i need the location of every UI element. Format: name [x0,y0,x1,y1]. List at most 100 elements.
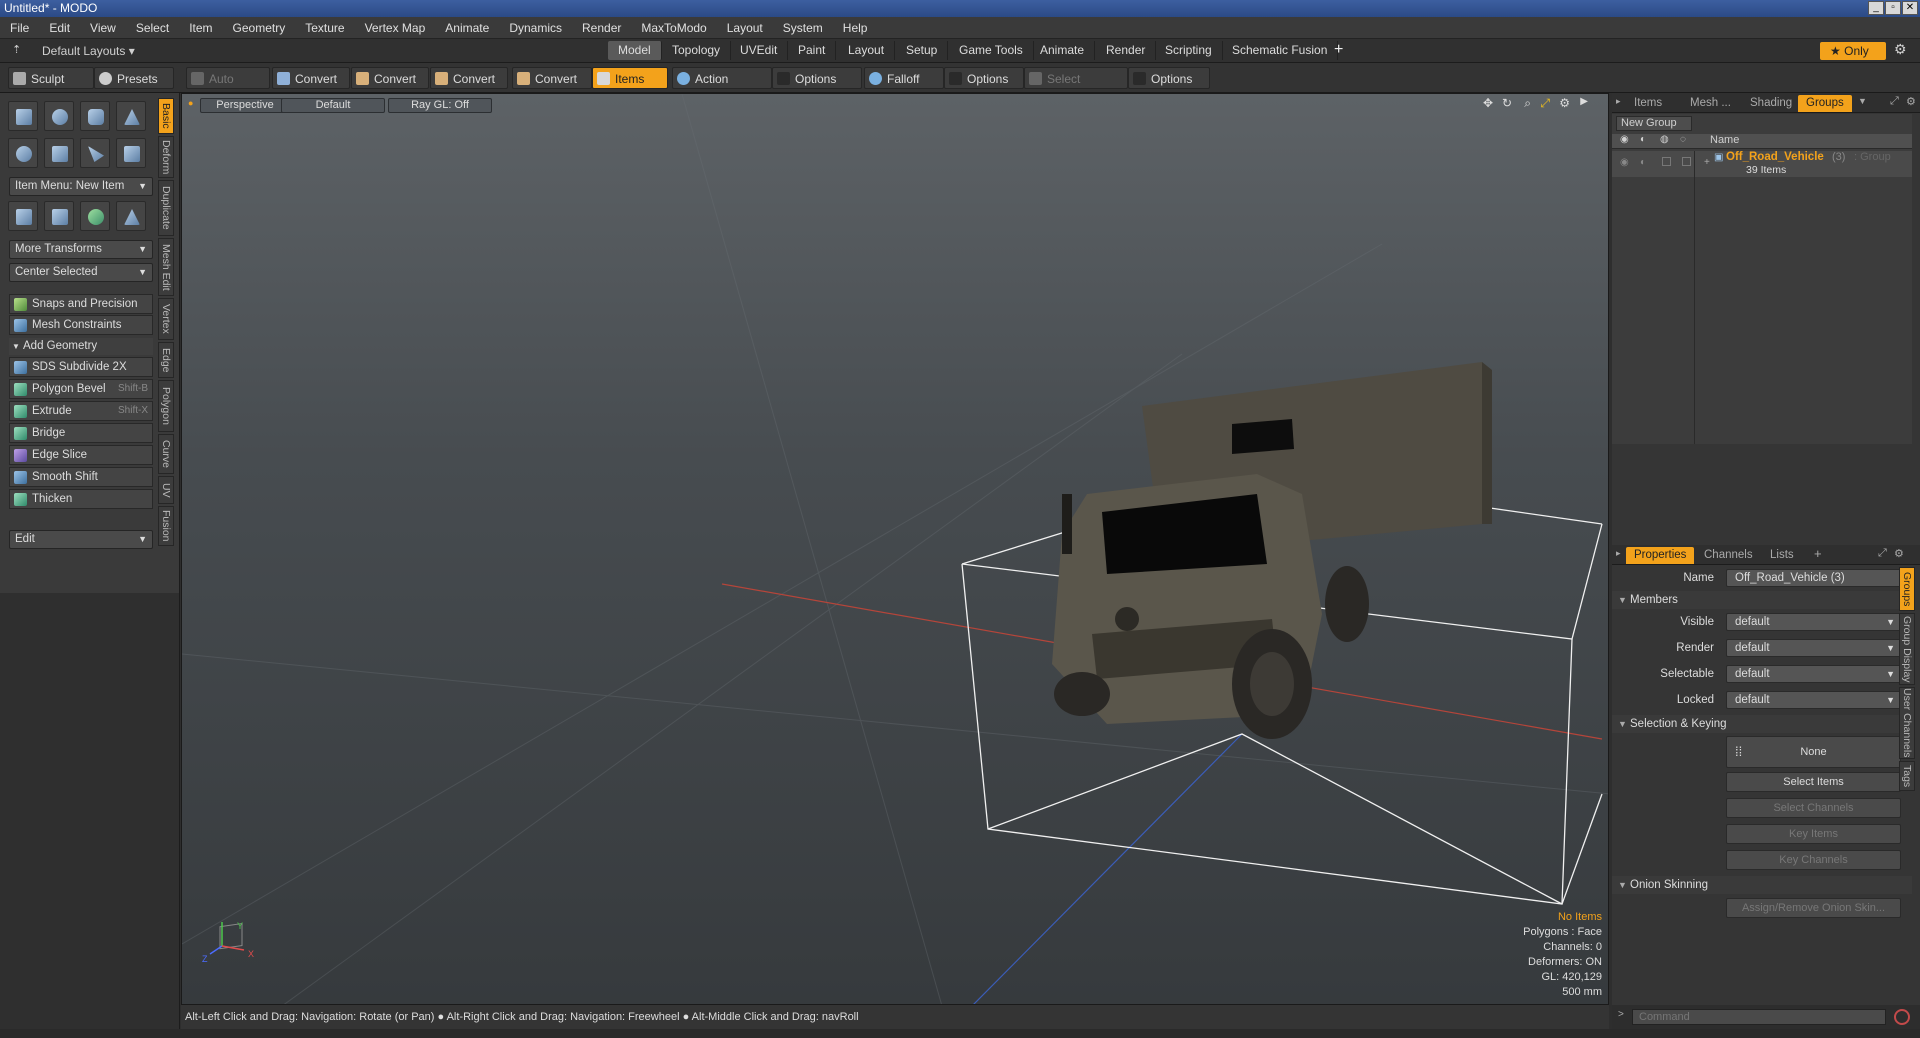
tab-duplicate[interactable]: Duplicate [158,180,174,236]
edge-slice-button[interactable]: Edge Slice [9,445,153,465]
polygon-bevel-button[interactable]: Polygon Bevel Shift-B [9,379,153,399]
falloff-button[interactable]: Falloff [864,67,944,89]
bridge-button[interactable]: Bridge [9,423,153,443]
thicken-button[interactable]: Thicken [9,489,153,509]
minimize-button[interactable]: _ [1868,1,1884,15]
lock-icon[interactable]: ◌ [1680,134,1686,145]
keying-none-button[interactable]: ⁞⁞ None [1726,736,1901,768]
selectable-dropdown[interactable]: default ▼ [1726,665,1901,683]
sphere-tool[interactable] [44,101,74,131]
expand-row-icon[interactable]: + [1704,157,1710,168]
tab-channels[interactable]: Channels [1696,547,1761,564]
side-tab-group-display[interactable]: Group Display [1899,613,1915,685]
tab-vertex[interactable]: Vertex [158,298,174,340]
add-tab-icon[interactable]: + [1334,41,1343,59]
tab-curve[interactable]: Curve [158,434,174,474]
menu-texture[interactable]: Texture [295,17,354,39]
menu-file[interactable]: File [0,17,39,39]
key-channels-button[interactable]: Key Channels [1726,850,1901,870]
cylinder-tool[interactable] [80,101,110,131]
select-channels-button[interactable]: Select Channels [1726,798,1901,818]
snaps-precision-button[interactable]: Snaps and Precision [9,294,153,314]
tab-game-tools[interactable]: Game Tools [949,41,1034,60]
expand-icon[interactable]: ⤢ [1890,95,1899,108]
more-transforms-dropdown[interactable]: More Transforms ▼ [9,240,153,259]
menu-maxtomodo[interactable]: MaxToModo [631,17,716,39]
tab-render[interactable]: Render [1096,41,1157,60]
tab-uv[interactable]: UV [158,476,174,504]
render-toggle-icon[interactable]: ◐ [1640,157,1646,168]
text-tool[interactable] [116,138,146,168]
tab-scripting[interactable]: Scripting [1155,41,1223,60]
select-items-button[interactable]: Select Items [1726,772,1901,792]
add-geometry-section[interactable]: ▼ Add Geometry [9,338,153,355]
globe-tool[interactable] [80,201,110,231]
convert-button-3[interactable]: Convert [430,67,508,89]
items-button[interactable]: Items [592,67,668,89]
menu-vertex-map[interactable]: Vertex Map [355,17,436,39]
menu-animate[interactable]: Animate [435,17,499,39]
panel-gear-icon[interactable]: ⚙ [1894,547,1904,560]
pyramid-tool[interactable] [116,201,146,231]
tab-layout[interactable]: Layout [838,41,896,60]
only-button[interactable]: ★ Only [1820,42,1886,60]
sds-subdivide-button[interactable]: SDS Subdivide 2X [9,357,153,377]
panel-options-icon[interactable]: ▸ [1616,96,1621,107]
tab-fusion[interactable]: Fusion [158,506,174,546]
pen-tool[interactable] [80,138,110,168]
tab-properties[interactable]: Properties [1626,547,1695,564]
menu-geometry[interactable]: Geometry [223,17,296,39]
eye-icon[interactable]: ◉ [1620,134,1629,145]
tab-setup[interactable]: Setup [896,41,949,60]
extrude-button[interactable]: Extrude Shift-X [9,401,153,421]
tab-mesh-edit[interactable]: Mesh Edit [158,238,174,296]
action-center-options-button[interactable]: Options [772,67,862,89]
tab-lists[interactable]: Lists [1762,547,1802,564]
lock-toggle-icon[interactable] [1682,157,1691,166]
center-selected-dropdown[interactable]: Center Selected ▼ [9,263,153,282]
name-field[interactable]: Off_Road_Vehicle (3) [1726,569,1901,587]
select-toggle-icon[interactable] [1662,157,1671,166]
selection-keying-section[interactable]: ▼ Selection & Keying [1612,715,1912,733]
convert-button-4[interactable]: Convert [512,67,592,89]
convert-button-2[interactable]: Convert [351,67,429,89]
panel-gear-icon[interactable]: ⚙ [1906,95,1916,108]
tab-model[interactable]: Model [608,41,662,60]
visible-dropdown[interactable]: default ▼ [1726,613,1901,631]
tabs-dropdown-icon[interactable]: ▼ [1858,96,1867,106]
falloff-options-button[interactable]: Options [944,67,1024,89]
sculpt-button[interactable]: Sculpt [8,67,94,89]
maximize-button[interactable]: ▫ [1885,1,1901,15]
transform-tool[interactable] [8,201,38,231]
menu-dynamics[interactable]: Dynamics [499,17,572,39]
item-menu-dropdown[interactable]: Item Menu: New Item ▼ [9,177,153,196]
tab-animate[interactable]: Animate [1030,41,1096,60]
side-tab-user-channels[interactable]: User Channels [1899,687,1915,759]
key-items-button[interactable]: Key Items [1726,824,1901,844]
tab-basic[interactable]: Basic [158,98,174,134]
menu-system[interactable]: System [773,17,833,39]
add-tab-icon[interactable]: + [1814,546,1822,561]
render-icon[interactable]: ◐ [1640,134,1646,145]
select-icon[interactable]: ◍ [1660,134,1669,145]
menu-item[interactable]: Item [179,17,222,39]
expand-icon[interactable]: ⤢ [1878,547,1887,560]
tab-schematic-fusion[interactable]: Schematic Fusion [1222,41,1339,60]
side-tab-groups[interactable]: Groups [1899,567,1915,611]
tab-edge[interactable]: Edge [158,342,174,378]
action-center-button[interactable]: Action Center [672,67,772,108]
menu-render[interactable]: Render [572,17,631,39]
3d-viewport[interactable]: ● Perspective Default Ray GL: Off ✥ ↻ ⌕ … [181,93,1609,1005]
locked-dropdown[interactable]: default ▼ [1726,691,1901,709]
upload-icon[interactable]: ⇡ [12,43,21,56]
record-icon[interactable] [1894,1009,1910,1025]
members-section[interactable]: ▼ Members [1612,591,1912,609]
tab-topology[interactable]: Topology [662,41,732,60]
assign-onion-skin-button[interactable]: Assign/Remove Onion Skin... [1726,898,1901,918]
mesh-constraints-button[interactable]: Mesh Constraints [9,315,153,335]
grid-tool[interactable] [44,201,74,231]
menu-help[interactable]: Help [833,17,878,39]
menu-edit[interactable]: Edit [39,17,80,39]
cone-tool[interactable] [116,101,146,131]
new-group-button[interactable]: New Group [1616,116,1692,131]
